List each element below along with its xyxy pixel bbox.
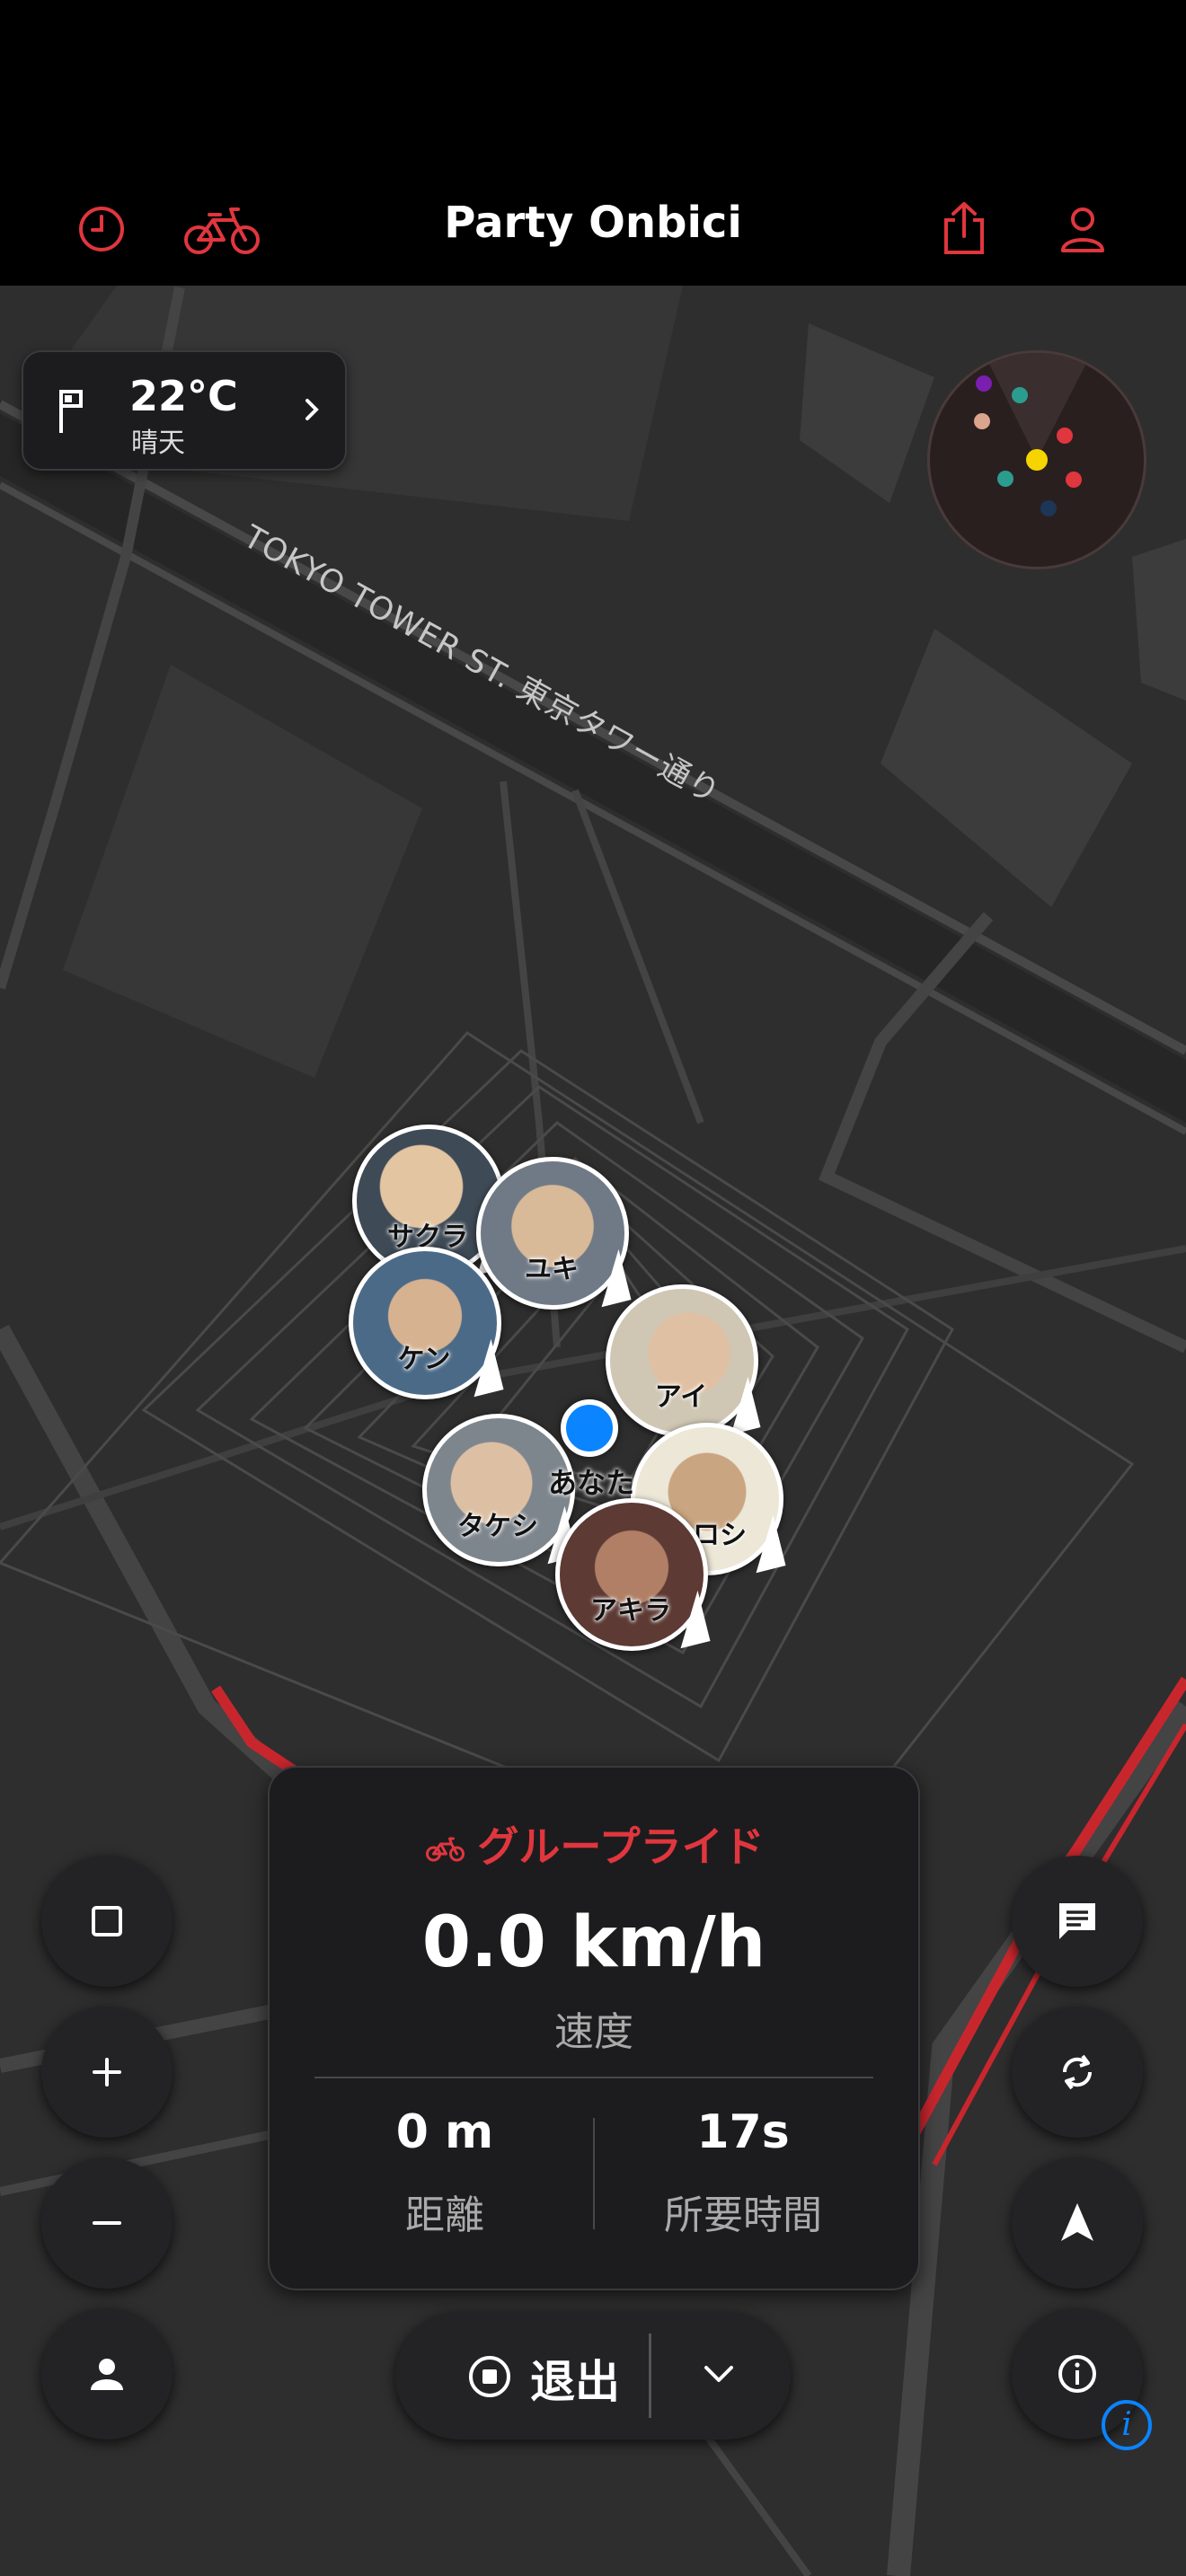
profile-icon[interactable] [1042, 189, 1123, 269]
duration-value: 17s [696, 2105, 790, 2159]
sync-icon [1062, 2054, 1093, 2090]
distance-stat: 0 m 距離 [296, 2105, 593, 2240]
map-attribution-icon[interactable]: i [1102, 2400, 1152, 2450]
rider-marker[interactable]: アキラ [555, 1498, 711, 1651]
current-location-dot [561, 1399, 618, 1457]
map-style-button[interactable] [41, 1856, 173, 1987]
current-location-label: あなた [548, 1466, 635, 1500]
status-bar [0, 0, 1186, 171]
rider-marker[interactable]: ケン [349, 1247, 504, 1399]
rider-name: アイ [654, 1381, 708, 1413]
zoom-out-button[interactable] [41, 2157, 173, 2289]
app-bar: Party Onbici [0, 171, 1186, 286]
ride-mode-label: グループライド [477, 1822, 765, 1871]
weather-temperature: 22°C [129, 372, 238, 420]
person-icon [91, 2359, 123, 2390]
chevron-down-icon[interactable] [701, 2360, 737, 2389]
ride-mode: グループライド [270, 1814, 918, 1874]
chat-icon [1059, 1903, 1095, 1939]
bike-icon [426, 1837, 465, 1862]
exit-button[interactable]: 退出 [530, 2346, 620, 2411]
navigate-button[interactable] [1012, 2157, 1143, 2289]
distance-value: 0 m [395, 2105, 494, 2159]
weather-card[interactable]: 22°C 晴天 [22, 350, 347, 471]
radar-dots [974, 353, 1092, 516]
app-title: Party Onbici [444, 198, 742, 248]
distance-label: 距離 [405, 2192, 484, 2238]
flag-icon [59, 390, 83, 433]
plus-icon [93, 2058, 121, 2086]
rider-name: ケン [397, 1344, 451, 1375]
square-icon [92, 1906, 122, 1936]
duration-stat: 17s 所要時間 [595, 2105, 891, 2240]
chat-button[interactable] [1012, 1856, 1143, 1987]
duration-label: 所要時間 [664, 2192, 822, 2238]
weather-condition: 晴天 [131, 428, 185, 459]
stop-icon [469, 2356, 510, 2397]
rider-name: タケシ [457, 1511, 538, 1542]
share-icon[interactable] [924, 189, 1005, 269]
speed-label: 速度 [554, 2009, 633, 2055]
ride-stats-panel: グループライド 0.0 km/h 速度 0 m 距離 17s 所要時間 [268, 1766, 920, 2290]
navigation-arrow-icon [1061, 2203, 1093, 2241]
zoom-in-button[interactable] [41, 2007, 173, 2138]
group-members-button[interactable] [41, 2308, 173, 2439]
rider-marker[interactable]: アイ [606, 1284, 761, 1437]
speed-value: 0.0 km/h [421, 1902, 766, 1983]
rider-name: アキラ [590, 1595, 671, 1627]
exit-bar: 退出 [395, 2312, 791, 2439]
info-icon [1058, 2355, 1096, 2393]
sync-button[interactable] [1012, 2007, 1143, 2138]
minus-icon [93, 2221, 121, 2225]
chevron-right-icon [305, 399, 319, 420]
divider [649, 2333, 651, 2418]
divider [314, 2077, 873, 2078]
group-radar[interactable] [927, 350, 1146, 569]
